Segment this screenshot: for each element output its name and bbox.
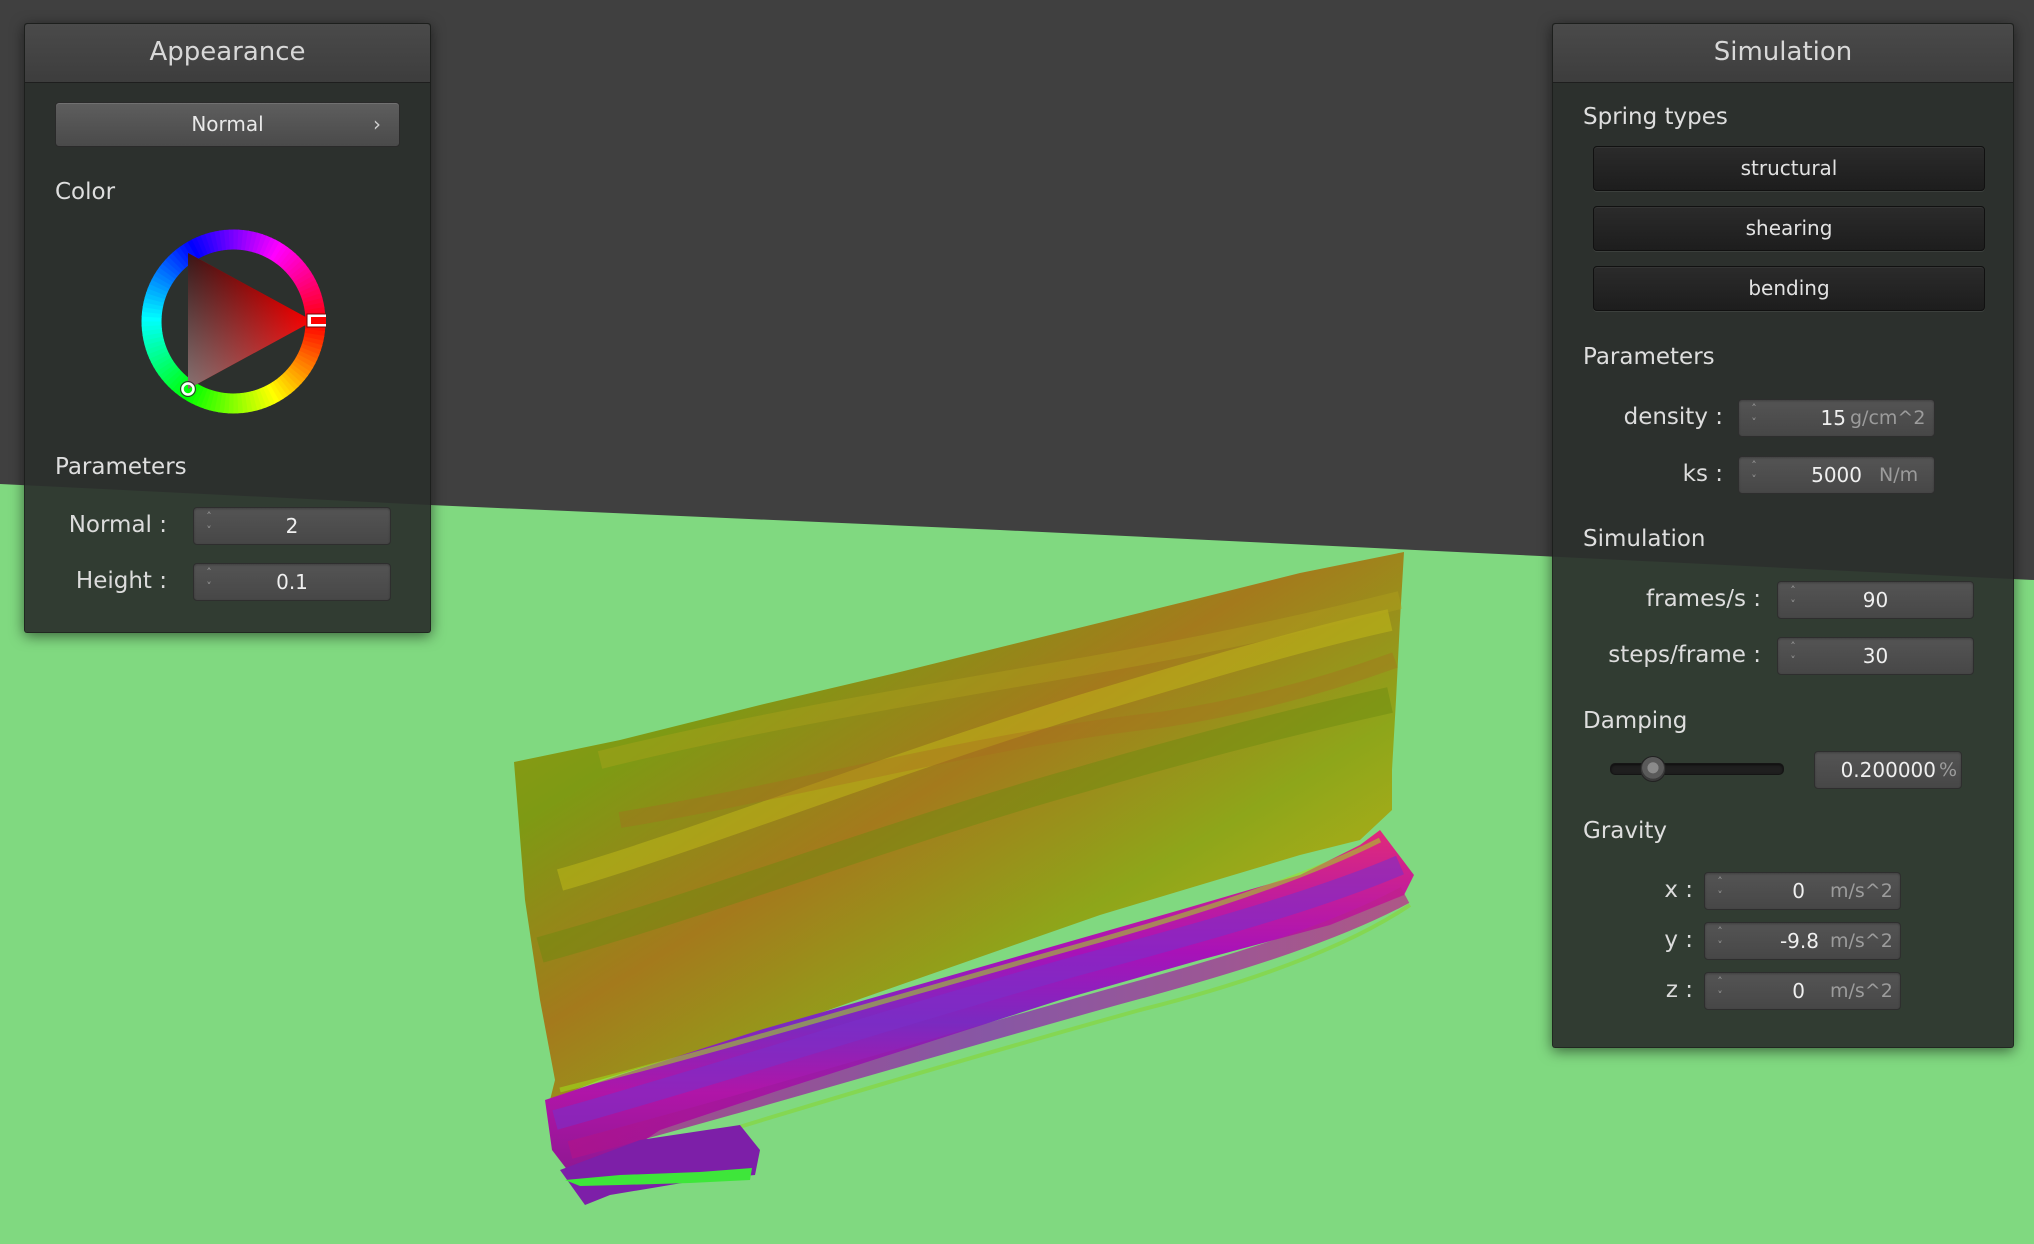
color-section-label: Color xyxy=(55,179,116,205)
spinner-arrows-icon[interactable]: ˄ ˅ xyxy=(1747,459,1761,491)
height-input[interactable]: ˄ ˅ 0.1 xyxy=(193,563,391,601)
steps-per-frame-label: steps/frame : xyxy=(1608,642,1761,668)
density-input[interactable]: ˄ ˅ 15 g/cm^2 xyxy=(1738,399,1935,437)
shearing-spring-toggle[interactable]: shearing xyxy=(1593,206,1985,251)
gravity-label: Gravity xyxy=(1583,818,1668,844)
simulation-panel: Simulation Spring types structural shear… xyxy=(1552,23,2014,1048)
normal-label: Normal : xyxy=(68,512,167,538)
damping-label: Damping xyxy=(1583,708,1688,734)
simulation-panel-title: Simulation xyxy=(1553,24,2013,83)
chevron-right-icon: › xyxy=(373,112,381,136)
gravity-x-label: x : xyxy=(1664,877,1693,903)
gravity-z-label: z : xyxy=(1665,977,1693,1003)
shading-mode-button[interactable]: Normal › xyxy=(55,102,400,147)
normal-strength-input[interactable]: ˄ ˅ 2 xyxy=(193,507,391,545)
gravity-z-input[interactable]: ˄ ˅ 0 m/s^2 xyxy=(1704,972,1901,1010)
appearance-panel-title: Appearance xyxy=(25,24,430,83)
gravity-y-label: y : xyxy=(1664,927,1693,953)
density-label: density : xyxy=(1623,404,1723,430)
simulation-section-label: Simulation xyxy=(1583,526,1706,552)
structural-spring-toggle[interactable]: structural xyxy=(1593,146,1985,191)
damping-slider[interactable] xyxy=(1610,763,1784,775)
ks-input[interactable]: ˄ ˅ 5000 N/m xyxy=(1738,456,1935,494)
spinner-arrows-icon[interactable]: ˄ ˅ xyxy=(1713,875,1727,907)
frames-per-second-label: frames/s : xyxy=(1646,586,1761,612)
appearance-panel: Appearance Normal › Color Parameters Nor… xyxy=(24,23,431,633)
frames-per-second-input[interactable]: ˄ ˅ 90 xyxy=(1777,581,1974,619)
damping-slider-handle[interactable] xyxy=(1639,756,1666,782)
shading-mode-label: Normal xyxy=(191,112,264,136)
spinner-arrows-icon[interactable]: ˄ ˅ xyxy=(1713,925,1727,957)
spinner-arrows-icon[interactable]: ˄ ˅ xyxy=(1747,402,1761,434)
color-wheel[interactable] xyxy=(141,229,326,414)
damping-input[interactable]: 0.200000 % xyxy=(1814,751,1962,789)
height-label: Height : xyxy=(75,568,167,594)
spring-types-label: Spring types xyxy=(1583,104,1728,130)
spinner-arrows-icon[interactable]: ˄ ˅ xyxy=(1713,975,1727,1007)
appearance-parameters-label: Parameters xyxy=(55,454,187,480)
bending-spring-toggle[interactable]: bending xyxy=(1593,266,1985,311)
ks-label: ks : xyxy=(1682,461,1723,487)
simulation-parameters-label: Parameters xyxy=(1583,344,1715,370)
steps-per-frame-input[interactable]: ˄ ˅ 30 xyxy=(1777,637,1974,675)
gravity-x-input[interactable]: ˄ ˅ 0 m/s^2 xyxy=(1704,872,1901,910)
gravity-y-input[interactable]: ˄ ˅ -9.8 m/s^2 xyxy=(1704,922,1901,960)
